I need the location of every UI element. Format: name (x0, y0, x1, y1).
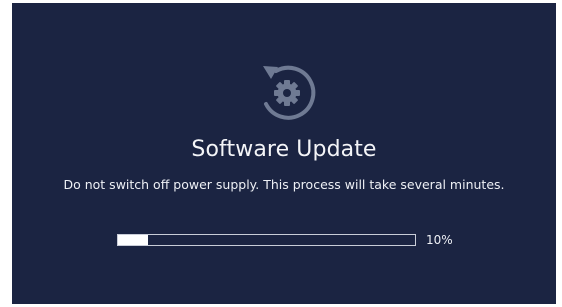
update-message: Do not switch off power supply. This pro… (63, 177, 505, 192)
gear-refresh-icon (254, 58, 320, 124)
update-title: Software Update (191, 137, 377, 162)
update-screen: Software Update Do not switch off power … (12, 3, 556, 304)
progress-percent-label: 10% (426, 233, 453, 247)
progress-bar (117, 234, 416, 246)
progress-bar-fill (118, 235, 148, 245)
